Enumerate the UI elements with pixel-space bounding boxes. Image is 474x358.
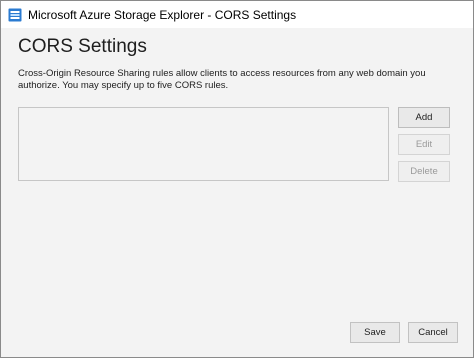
description-text: Cross-Origin Resource Sharing rules allo…	[18, 68, 426, 91]
edit-rule-button[interactable]: Edit	[398, 134, 450, 155]
cancel-button[interactable]: Cancel	[408, 322, 458, 343]
save-button[interactable]: Save	[350, 322, 400, 343]
dialog-window: Microsoft Azure Storage Explorer - CORS …	[0, 0, 474, 358]
delete-rule-button[interactable]: Delete	[398, 161, 450, 182]
title-bar: Microsoft Azure Storage Explorer - CORS …	[1, 1, 473, 28]
page-title: CORS Settings	[18, 36, 147, 57]
window-title: Microsoft Azure Storage Explorer - CORS …	[28, 7, 297, 22]
add-rule-button[interactable]: Add	[398, 107, 450, 128]
cors-rules-list[interactable]	[18, 107, 389, 181]
dialog-content: CORS Settings Cross-Origin Resource Shar…	[1, 28, 473, 357]
azure-storage-explorer-icon	[8, 8, 22, 22]
